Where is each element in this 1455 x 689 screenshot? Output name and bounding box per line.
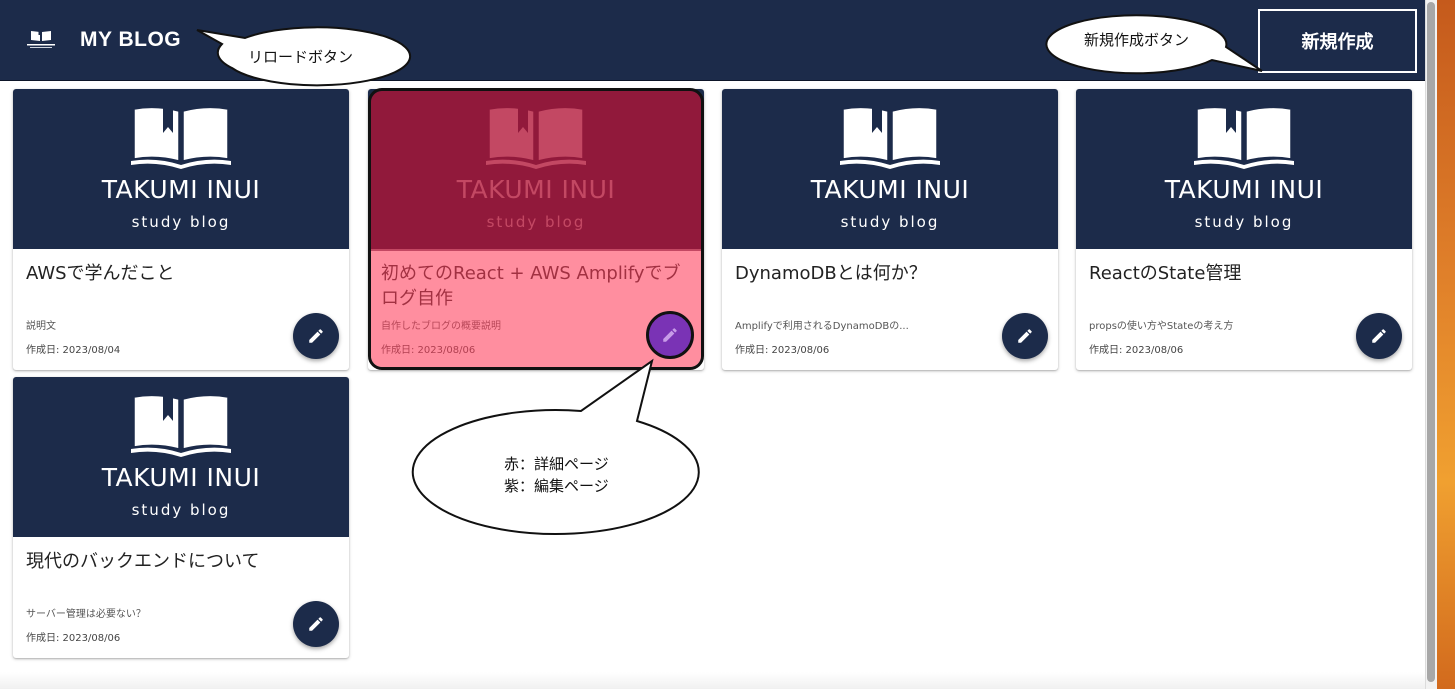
pencil-icon bbox=[1372, 329, 1386, 343]
edit-post-button[interactable] bbox=[293, 313, 339, 359]
open-book-icon bbox=[131, 105, 231, 169]
desktop-wallpaper-edge bbox=[1437, 0, 1455, 689]
post-title: 初めてのReact + AWS Amplifyでブログ自作 bbox=[381, 263, 681, 309]
brand-name: TAKUMI INUI bbox=[1164, 175, 1324, 204]
post-title: AWSで学んだこと bbox=[26, 263, 175, 284]
pencil-icon bbox=[309, 617, 323, 631]
edit-post-button-highlighted[interactable] bbox=[646, 311, 694, 359]
brand-name: TAKUMI INUI bbox=[810, 175, 970, 204]
post-date: 作成日: 2023/08/06 bbox=[1089, 345, 1184, 356]
post-description: 自作したブログの概要説明 bbox=[381, 321, 501, 332]
scrollbar-thumb[interactable] bbox=[1427, 2, 1435, 682]
post-card[interactable]: TAKUMI INUI study blog DynamoDBとは何か？ Amp… bbox=[722, 89, 1058, 370]
page: MY BLOG 新規作成 TAKUMI INUI study blog AWSで… bbox=[0, 0, 1455, 689]
brand-name: TAKUMI INUI bbox=[101, 463, 261, 492]
card-thumbnail: TAKUMI INUI study blog bbox=[13, 89, 349, 249]
post-card[interactable]: TAKUMI INUI study blog 現代のバックエンドについて サーバ… bbox=[13, 377, 349, 658]
logo-book-icon bbox=[27, 30, 55, 48]
pencil-icon bbox=[1018, 329, 1032, 343]
open-book-icon bbox=[486, 105, 586, 169]
post-description: サーバー管理は必要ない？ bbox=[26, 609, 146, 620]
post-date: 作成日: 2023/08/04 bbox=[26, 345, 121, 356]
post-title: ReactのState管理 bbox=[1089, 263, 1242, 284]
legend-line-red: 赤：詳細ページ bbox=[504, 455, 609, 473]
post-description: Amplifyで利用されるDynamoDBの... bbox=[735, 321, 909, 332]
card-thumbnail: TAKUMI INUI study blog bbox=[722, 89, 1058, 249]
new-callout-text: 新規作成ボタン bbox=[1084, 31, 1190, 49]
brand-subtitle: study blog bbox=[486, 213, 586, 231]
open-book-icon bbox=[1194, 105, 1294, 169]
card-thumbnail: TAKUMI INUI study blog bbox=[1076, 89, 1412, 249]
pencil-icon bbox=[309, 329, 323, 343]
post-date: 作成日: 2023/08/06 bbox=[26, 633, 121, 644]
brand-subtitle: study blog bbox=[131, 501, 231, 519]
legend-line-purple: 紫：編集ページ bbox=[504, 477, 609, 495]
post-title: DynamoDBとは何か？ bbox=[735, 263, 927, 284]
open-book-icon bbox=[840, 105, 940, 169]
brand-subtitle: study blog bbox=[840, 213, 940, 231]
new-post-button[interactable]: 新規作成 bbox=[1258, 9, 1417, 73]
post-date: 作成日: 2023/08/06 bbox=[381, 345, 476, 356]
open-book-icon bbox=[131, 393, 231, 457]
brand-name: TAKUMI INUI bbox=[101, 175, 261, 204]
edit-post-button[interactable] bbox=[1356, 313, 1402, 359]
reload-title-button[interactable]: MY BLOG bbox=[80, 28, 181, 52]
app-header: MY BLOG 新規作成 bbox=[0, 0, 1425, 81]
brand-subtitle: study blog bbox=[1194, 213, 1294, 231]
card-thumbnail: TAKUMI INUI study blog bbox=[368, 89, 704, 249]
post-title: 現代のバックエンドについて bbox=[26, 551, 260, 572]
post-date: 作成日: 2023/08/06 bbox=[735, 345, 830, 356]
brand-name: TAKUMI INUI bbox=[456, 175, 616, 204]
pencil-icon bbox=[663, 328, 677, 342]
post-card[interactable]: TAKUMI INUI study blog ReactのState管理 pro… bbox=[1076, 89, 1412, 370]
post-description: propsの使い方やStateの考え方 bbox=[1089, 321, 1234, 332]
brand-subtitle: study blog bbox=[131, 213, 231, 231]
reload-callout-text: リロードボタン bbox=[248, 48, 354, 66]
post-card[interactable]: TAKUMI INUI study blog AWSで学んだこと 説明文 作成日… bbox=[13, 89, 349, 370]
card-thumbnail: TAKUMI INUI study blog bbox=[13, 377, 349, 537]
post-description: 説明文 bbox=[26, 321, 56, 332]
edit-post-button[interactable] bbox=[1002, 313, 1048, 359]
edit-post-button[interactable] bbox=[293, 601, 339, 647]
bottom-shadow bbox=[0, 672, 1425, 689]
legend-callout-bubble bbox=[411, 358, 700, 536]
